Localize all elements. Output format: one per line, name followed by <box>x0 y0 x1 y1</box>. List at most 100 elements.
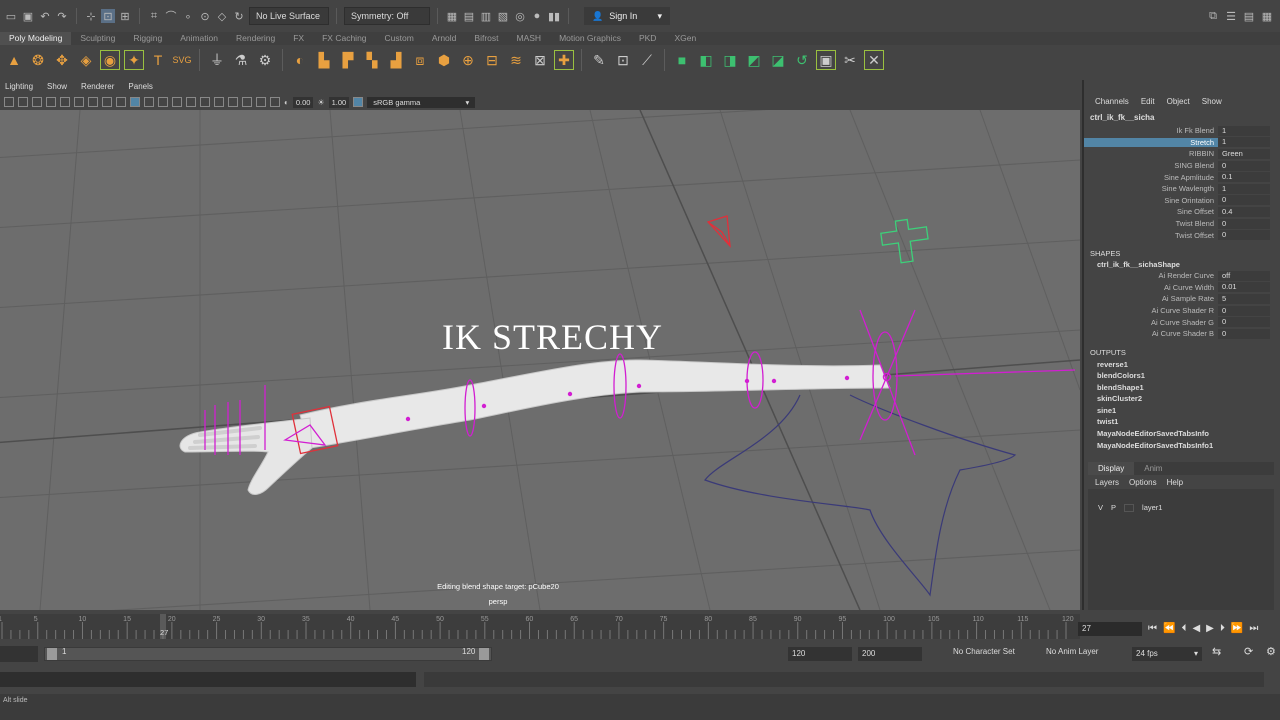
tab-fx-caching[interactable]: FX Caching <box>313 32 375 45</box>
select-by-component-icon[interactable]: ⊞ <box>118 9 132 23</box>
tab-pkd[interactable]: PKD <box>630 32 665 45</box>
shape-attribute-row[interactable]: Ai Curve Shader R 0 <box>1084 305 1280 317</box>
tool-settings-icon[interactable]: ▤ <box>1242 9 1256 23</box>
attribute-value[interactable]: 0 <box>1218 160 1270 171</box>
menu-edit[interactable]: Edit <box>1141 97 1155 106</box>
go-to-start-icon[interactable]: ⏮ <box>1148 623 1157 634</box>
uv-cylindrical-icon[interactable]: ◧ <box>696 50 716 70</box>
attribute-row[interactable]: Sine Offset 0.4 <box>1084 206 1280 218</box>
uv-layout-icon[interactable]: ↺ <box>792 50 812 70</box>
grid-toggle-icon[interactable] <box>32 97 42 107</box>
command-input[interactable] <box>0 672 416 687</box>
attribute-value[interactable]: 0 <box>1218 317 1270 328</box>
safe-action-icon[interactable] <box>102 97 112 107</box>
hypershade-icon[interactable]: ◎ <box>513 9 527 23</box>
poly-star-icon[interactable]: ✦ <box>124 50 144 70</box>
shape-attribute-row[interactable]: Ai Curve Shader B 0 <box>1084 328 1280 340</box>
bridge-edge-icon[interactable]: ≋ <box>506 50 526 70</box>
uv-editor-icon[interactable]: ▣ <box>816 50 836 70</box>
menu-renderer[interactable]: Renderer <box>81 82 114 94</box>
camera-attributes-icon[interactable] <box>18 97 28 107</box>
animation-start-field[interactable] <box>0 646 38 662</box>
uv-spherical-icon[interactable]: ◨ <box>720 50 740 70</box>
lighting-icon[interactable] <box>172 97 182 107</box>
attribute-value[interactable]: 0.4 <box>1218 206 1270 217</box>
attribute-row[interactable]: SING Blend 0 <box>1084 160 1280 172</box>
modeling-toolkit-icon[interactable]: ⧉ <box>1206 9 1220 23</box>
uv-unfold-icon[interactable]: ◪ <box>768 50 788 70</box>
range-start-handle[interactable] <box>47 648 57 660</box>
shape-attribute-row[interactable]: Ai Render Curve off <box>1084 270 1280 282</box>
attribute-value[interactable]: 1 <box>1218 183 1270 194</box>
select-by-object-icon[interactable]: ⊡ <box>101 9 115 23</box>
gamma-field[interactable]: 1.00 <box>328 96 350 108</box>
menu-panels[interactable]: Panels <box>128 82 152 94</box>
snap-grid-icon[interactable]: ⌗ <box>147 9 161 23</box>
save-scene-icon[interactable]: ▣ <box>21 9 35 23</box>
output-node[interactable]: blendShape1 <box>1084 382 1280 394</box>
isolate-select-icon[interactable] <box>242 97 252 107</box>
boolean-union-icon[interactable]: ◐ <box>290 50 310 70</box>
loop-icon[interactable]: ⇆ <box>1212 645 1221 658</box>
snap-view-plane-icon[interactable]: ◇ <box>215 9 229 23</box>
layer-playback-toggle[interactable]: P <box>1111 503 1116 512</box>
separate-icon[interactable]: ⚗ <box>231 50 251 70</box>
render-frame-icon[interactable]: ▤ <box>462 9 476 23</box>
character-set-dropdown[interactable]: No Character Set <box>953 647 1015 656</box>
menu-lighting[interactable]: Lighting <box>5 82 33 94</box>
edge-loop-icon[interactable]: ⊡ <box>613 50 633 70</box>
field-chart-icon[interactable] <box>88 97 98 107</box>
output-node[interactable]: MayaNodeEditorSavedTabsInfo <box>1084 428 1280 440</box>
tab-motion-graphics[interactable]: Motion Graphics <box>550 32 630 45</box>
playback-end-field[interactable]: 120 <box>788 647 852 661</box>
menu-layers[interactable]: Layers <box>1095 478 1119 489</box>
attribute-row-selected[interactable]: Stretch 1 <box>1084 137 1280 149</box>
output-node[interactable]: MayaNodeEditorSavedTabsInfo1 <box>1084 440 1280 452</box>
select-by-hierarchy-icon[interactable]: ⊹ <box>84 9 98 23</box>
step-back-key-icon[interactable]: ⏪ <box>1163 623 1175 634</box>
attribute-row[interactable]: Twist Blend 0 <box>1084 218 1280 230</box>
render-settings-icon[interactable]: ▧ <box>496 9 510 23</box>
sign-in-button[interactable]: 👤 Sign In ▾ <box>584 7 670 25</box>
tab-rigging[interactable]: Rigging <box>124 32 171 45</box>
smooth-icon[interactable]: ⚙ <box>255 50 275 70</box>
snap-projected-icon[interactable]: ⊙ <box>198 9 212 23</box>
menu-show[interactable]: Show <box>47 82 67 94</box>
shadows-icon[interactable] <box>186 97 196 107</box>
attribute-value[interactable]: 0.1 <box>1218 172 1270 183</box>
live-surface-field[interactable]: No Live Surface <box>249 7 329 25</box>
attribute-row[interactable]: Ik Fk Blend 1 <box>1084 125 1280 137</box>
tab-anim[interactable]: Anim <box>1134 462 1172 475</box>
wireframe-icon[interactable] <box>116 97 126 107</box>
snap-curve-icon[interactable]: ⌒ <box>164 9 178 23</box>
attribute-row[interactable]: Twist Offset 0 <box>1084 229 1280 241</box>
lasso-tool-icon[interactable]: ❂ <box>28 50 48 70</box>
menu-options[interactable]: Options <box>1129 478 1157 489</box>
tab-arnold[interactable]: Arnold <box>423 32 466 45</box>
target-weld-icon[interactable]: ⊠ <box>530 50 550 70</box>
attribute-value[interactable]: 0.01 <box>1218 282 1270 293</box>
output-node[interactable]: twist1 <box>1084 416 1280 428</box>
tab-custom[interactable]: Custom <box>376 32 423 45</box>
attribute-value[interactable]: Green <box>1218 148 1270 159</box>
color-space-dropdown[interactable]: sRGB gamma ▾ <box>367 96 476 108</box>
anti-alias-icon[interactable] <box>228 97 238 107</box>
viewport-persp[interactable]: IK STRECHY Editing blend shape target: p… <box>0 110 1080 610</box>
sew-uv-icon[interactable]: ✕ <box>864 50 884 70</box>
attribute-value[interactable]: 5 <box>1218 293 1270 304</box>
symmetry-dropdown[interactable]: Symmetry: Off <box>344 7 430 25</box>
bridge-icon[interactable]: ⧈ <box>410 50 430 70</box>
attribute-value[interactable]: 0 <box>1218 230 1270 241</box>
snap-point-icon[interactable]: ∘ <box>181 9 195 23</box>
text-tool-icon[interactable]: T <box>148 50 168 70</box>
shape-node-name[interactable]: ctrl_ik_fk__sichaShape <box>1084 258 1280 270</box>
menu-show[interactable]: Show <box>1202 97 1222 106</box>
channel-box-icon[interactable]: ▦ <box>1260 9 1274 23</box>
xray-joints-icon[interactable] <box>270 97 280 107</box>
attribute-value[interactable]: 1 <box>1218 125 1270 136</box>
tab-rendering[interactable]: Rendering <box>227 32 284 45</box>
resolution-gate-icon[interactable] <box>60 97 70 107</box>
render-view-icon[interactable]: ▦ <box>445 9 459 23</box>
output-node[interactable]: sine1 <box>1084 405 1280 417</box>
shape-attribute-row[interactable]: Ai Curve Shader G 0 <box>1084 316 1280 328</box>
